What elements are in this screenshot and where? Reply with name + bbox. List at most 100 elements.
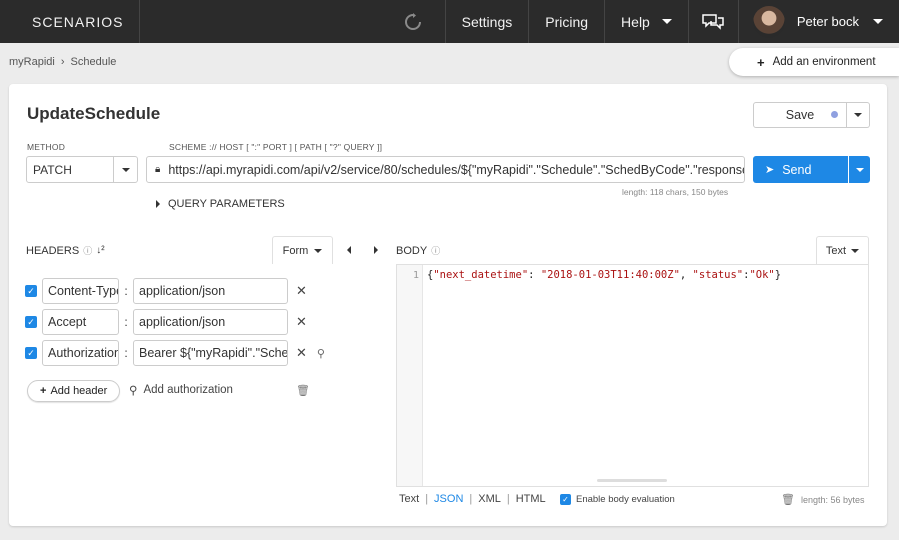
- header-value-input[interactable]: application/json: [133, 278, 288, 304]
- text-label: Text: [825, 244, 847, 257]
- nav-pricing[interactable]: Pricing: [528, 0, 604, 43]
- code-key: "next_datetime": [433, 269, 529, 281]
- code-punct: ,: [679, 269, 693, 281]
- code-value: "2018-01-03T11:40:00Z": [540, 269, 680, 281]
- nav-help-label: Help: [621, 13, 650, 30]
- header-enabled-checkbox[interactable]: ✓: [25, 347, 37, 359]
- sort-icon[interactable]: ↓²: [96, 245, 104, 256]
- lock-icon: 🔒︎: [155, 164, 161, 175]
- code-value: "Ok": [749, 269, 775, 281]
- add-environment-button[interactable]: + Add an environment: [729, 48, 899, 76]
- delete-header-icon[interactable]: ✕: [296, 283, 307, 299]
- add-header-button[interactable]: + Add header: [27, 380, 121, 402]
- plus-icon: +: [40, 385, 47, 397]
- user-name: Peter bock: [796, 14, 859, 29]
- header-key-input[interactable]: Accept: [42, 309, 119, 335]
- enable-evaluation-label: Enable body evaluation: [576, 494, 675, 505]
- code-brace: }: [774, 269, 782, 281]
- chevron-right-icon: ›: [60, 56, 65, 68]
- unsaved-indicator-icon: [831, 111, 838, 118]
- url-input[interactable]: 🔒︎ https://api.myrapidi.com/api/v2/servi…: [146, 156, 745, 183]
- line-gutter: 1: [397, 265, 423, 486]
- header-value-input[interactable]: application/json: [133, 309, 288, 335]
- chevron-down-icon: [873, 19, 883, 24]
- breadcrumb-item-schedule[interactable]: Schedule: [71, 56, 117, 68]
- request-title[interactable]: UpdateSchedule: [27, 104, 160, 124]
- method-value: PATCH: [33, 162, 72, 177]
- delete-header-icon[interactable]: ✕: [296, 345, 307, 361]
- body-section-label: BODY ⓘ: [396, 244, 440, 257]
- header-key-input[interactable]: Content-Type: [42, 278, 119, 304]
- user-menu[interactable]: Peter bock: [737, 0, 899, 43]
- headers-mode-dropdown[interactable]: Form: [272, 236, 333, 264]
- key-icon: ⚲: [129, 385, 138, 397]
- send-label: Send: [782, 162, 812, 177]
- chevron-down-icon: [314, 248, 323, 253]
- header-enabled-checkbox[interactable]: ✓: [25, 316, 37, 328]
- format-json[interactable]: JSON: [434, 493, 463, 505]
- caret-right-icon: [156, 200, 160, 208]
- request-card: UpdateSchedule Save METHOD SCHEME :// HO…: [9, 84, 887, 526]
- plus-icon: +: [757, 54, 765, 70]
- headers-section-label: HEADERS ⓘ ↓²: [26, 244, 105, 257]
- code-key: "status": [692, 269, 744, 281]
- line-number: 1: [412, 270, 419, 281]
- chevron-down-icon: [661, 19, 672, 24]
- url-length: length: 118 chars, 150 bytes: [622, 187, 729, 197]
- top-navigation-bar: SCENARIOS Settings Pricing Help Peter bo…: [0, 0, 899, 43]
- method-label: METHOD: [27, 142, 66, 152]
- body-type-dropdown[interactable]: Text: [816, 236, 869, 264]
- body-code: {"next_datetime": "2018-01-03T11:40:00Z"…: [427, 269, 781, 281]
- breadcrumb: myRapidi › Schedule: [9, 56, 116, 68]
- url-format-label: SCHEME :// HOST [ ":" PORT ] [ PATH [ "?…: [169, 142, 383, 152]
- breadcrumb-item-myrapidi[interactable]: myRapidi: [9, 56, 55, 68]
- body-label: BODY: [396, 244, 428, 257]
- help-icon[interactable]: ⓘ: [431, 244, 440, 257]
- avatar: [752, 5, 785, 38]
- header-row: ✓ Content-Type : application/json ✕: [25, 278, 307, 304]
- header-row: ✓ Accept : application/json ✕: [25, 309, 307, 335]
- collapse-left-icon[interactable]: [347, 246, 351, 254]
- body-editor[interactable]: 1 {"next_datetime": "2018-01-03T11:40:00…: [396, 264, 869, 487]
- add-environment-label: Add an environment: [772, 56, 876, 68]
- brand-scenarios[interactable]: SCENARIOS: [0, 0, 140, 43]
- nav-help[interactable]: Help: [604, 0, 688, 43]
- add-authorization-label: Add authorization: [143, 384, 233, 396]
- add-header-label: Add header: [50, 385, 108, 397]
- code-punct: :: [528, 269, 541, 281]
- format-text[interactable]: Text: [399, 493, 419, 505]
- form-label: Form: [282, 244, 309, 257]
- enable-body-evaluation[interactable]: ✓ Enable body evaluation: [560, 494, 675, 505]
- sync-icon[interactable]: [393, 12, 433, 31]
- chevron-down-icon: [121, 167, 130, 172]
- chat-icon[interactable]: [687, 0, 738, 43]
- paper-plane-icon: ➤: [765, 164, 775, 176]
- format-html[interactable]: HTML: [516, 493, 546, 505]
- body-length: length: 56 bytes: [801, 495, 865, 505]
- horizontal-scrollbar[interactable]: [597, 479, 667, 482]
- header-value-input[interactable]: Bearer ${"myRapidi"."Schedule"}: [133, 340, 288, 366]
- url-value: https://api.myrapidi.com/api/v2/service/…: [168, 162, 745, 177]
- query-parameters-toggle[interactable]: QUERY PARAMETERS: [156, 198, 285, 210]
- save-options-dropdown[interactable]: [847, 102, 870, 128]
- query-parameters-label: QUERY PARAMETERS: [168, 198, 285, 210]
- help-icon[interactable]: ⓘ: [83, 244, 92, 257]
- trash-icon[interactable]: 🗑︎: [781, 493, 795, 506]
- delete-header-icon[interactable]: ✕: [296, 314, 307, 330]
- trash-icon[interactable]: 🗑︎: [296, 384, 310, 397]
- header-key-input[interactable]: Authorization: [42, 340, 119, 366]
- format-xml[interactable]: XML: [478, 493, 501, 505]
- chevron-down-icon: [854, 113, 862, 117]
- nav-settings[interactable]: Settings: [444, 0, 529, 43]
- chevron-down-icon: [851, 248, 860, 253]
- key-icon[interactable]: ⚲: [317, 347, 325, 360]
- add-authorization-button[interactable]: ⚲ Add authorization: [129, 383, 233, 397]
- expand-right-icon[interactable]: [374, 246, 378, 254]
- header-enabled-checkbox[interactable]: ✓: [25, 285, 37, 297]
- enable-evaluation-checkbox[interactable]: ✓: [560, 494, 571, 505]
- send-button[interactable]: ➤ Send: [753, 156, 848, 183]
- headers-label: HEADERS: [26, 244, 80, 257]
- method-select[interactable]: PATCH: [26, 156, 138, 183]
- send-options-dropdown[interactable]: [849, 156, 870, 183]
- body-format-selector: Text | JSON | XML | HTML: [399, 493, 546, 505]
